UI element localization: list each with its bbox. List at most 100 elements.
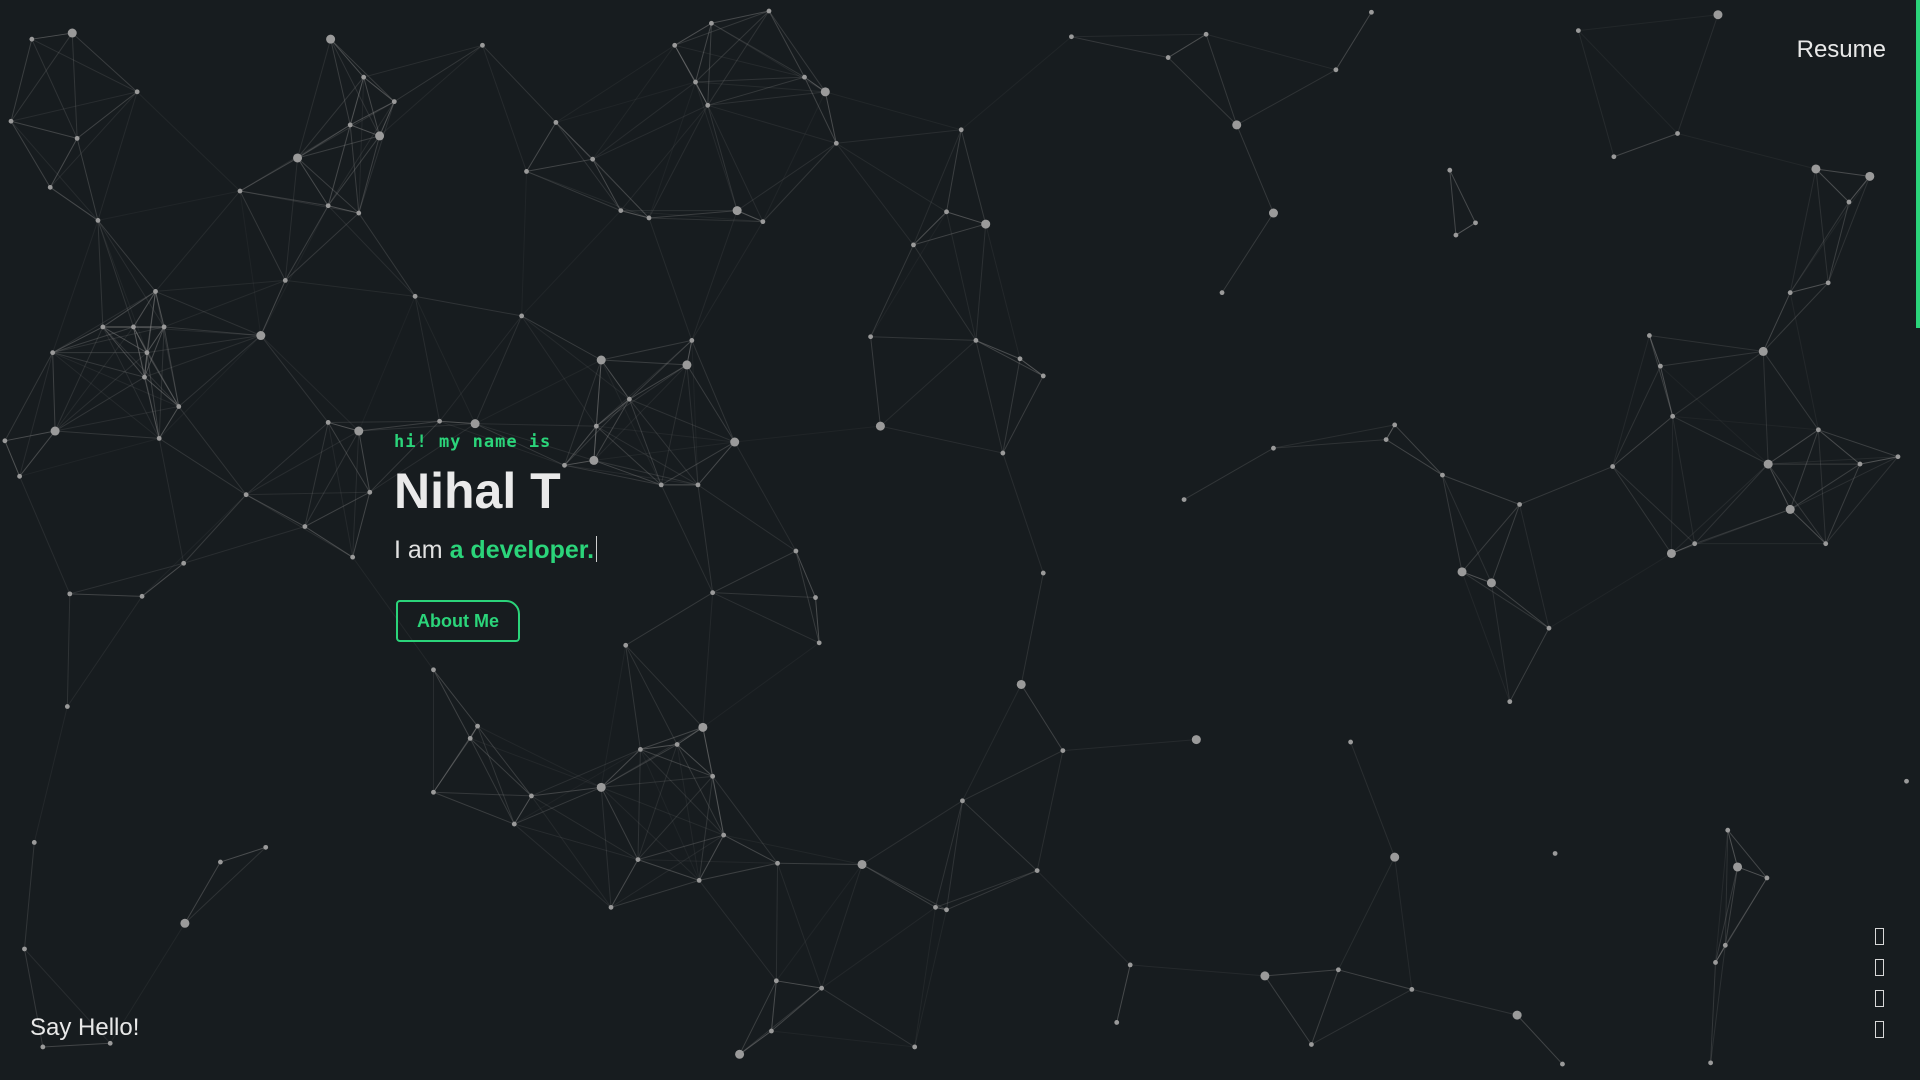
network-link bbox=[245, 430, 360, 496]
network-link bbox=[55, 430, 160, 439]
network-link bbox=[734, 441, 797, 552]
network-link bbox=[66, 593, 71, 707]
network-link bbox=[66, 596, 143, 707]
network-node bbox=[590, 156, 596, 162]
network-link bbox=[469, 738, 515, 825]
network-node bbox=[153, 289, 158, 294]
scroll-progress-bar bbox=[1916, 0, 1920, 328]
network-link bbox=[836, 142, 947, 213]
network-link bbox=[600, 786, 700, 881]
network-node bbox=[156, 435, 162, 441]
network-node bbox=[176, 404, 182, 409]
network-node bbox=[1060, 748, 1066, 754]
network-link bbox=[1394, 857, 1413, 990]
network-node bbox=[2, 438, 8, 444]
network-link bbox=[935, 870, 1038, 908]
network-node bbox=[1333, 67, 1339, 73]
network-link bbox=[1036, 870, 1131, 966]
network-link bbox=[739, 987, 822, 1055]
network-node bbox=[775, 860, 780, 866]
github-icon[interactable] bbox=[1875, 928, 1884, 945]
network-link bbox=[54, 376, 145, 432]
network-node bbox=[1271, 445, 1276, 451]
network-link bbox=[1490, 504, 1521, 584]
network-link bbox=[648, 105, 709, 219]
network-node bbox=[760, 219, 766, 225]
instagram-icon[interactable] bbox=[1875, 1021, 1884, 1038]
network-link bbox=[52, 352, 160, 439]
linkedin-icon[interactable] bbox=[1875, 959, 1884, 976]
network-node bbox=[256, 331, 266, 341]
network-link bbox=[739, 980, 777, 1055]
network-link bbox=[1670, 416, 1674, 554]
network-link bbox=[158, 438, 185, 564]
network-link bbox=[1116, 964, 1131, 1023]
network-link bbox=[71, 32, 138, 93]
network-link bbox=[1020, 572, 1044, 685]
network-link bbox=[775, 864, 863, 982]
network-node bbox=[354, 426, 364, 436]
network-link bbox=[555, 81, 696, 123]
network-node bbox=[1811, 164, 1821, 174]
network-node bbox=[735, 1049, 745, 1059]
network-link bbox=[1019, 358, 1044, 377]
network-link bbox=[1767, 463, 1791, 510]
network-link bbox=[914, 907, 937, 1048]
network-node bbox=[480, 42, 485, 48]
network-link bbox=[260, 205, 329, 336]
network-link bbox=[10, 120, 51, 188]
network-node bbox=[243, 492, 249, 498]
network-link bbox=[1548, 553, 1672, 629]
network-link bbox=[52, 352, 179, 407]
network-link bbox=[297, 76, 365, 159]
network-link bbox=[1672, 416, 1696, 544]
hero-tagline: I am a developer. bbox=[394, 536, 598, 565]
network-link bbox=[601, 786, 724, 836]
network-link bbox=[1767, 463, 1827, 544]
twitter-icon[interactable] bbox=[1875, 990, 1884, 1007]
network-node bbox=[1165, 55, 1171, 60]
network-link bbox=[1167, 33, 1207, 58]
network-node bbox=[1764, 875, 1770, 881]
network-node bbox=[181, 560, 187, 566]
network-link bbox=[1762, 292, 1791, 352]
network-link bbox=[1710, 962, 1717, 1063]
network-node bbox=[1034, 868, 1040, 874]
hero-section: hi! my name is Nihal T I am a developer.… bbox=[394, 432, 598, 642]
network-node bbox=[1409, 986, 1415, 992]
network-link bbox=[697, 484, 797, 552]
network-node bbox=[769, 1028, 774, 1034]
network-link bbox=[962, 684, 1022, 802]
network-link bbox=[327, 101, 395, 206]
network-link bbox=[1455, 222, 1476, 236]
network-node bbox=[1017, 356, 1023, 362]
network-link bbox=[297, 135, 380, 159]
network-link bbox=[394, 44, 483, 103]
network-link bbox=[880, 340, 977, 427]
network-node bbox=[1575, 28, 1581, 34]
network-link bbox=[482, 44, 557, 123]
network-link bbox=[723, 834, 778, 864]
network-link bbox=[414, 296, 476, 424]
network-lines bbox=[4, 10, 1899, 1065]
network-link bbox=[239, 157, 298, 192]
network-node bbox=[1713, 10, 1723, 20]
resume-link[interactable]: Resume bbox=[1797, 36, 1886, 64]
network-node bbox=[1646, 333, 1652, 338]
network-link bbox=[31, 38, 78, 139]
network-node bbox=[833, 140, 839, 146]
network-link bbox=[477, 725, 602, 788]
network-link bbox=[521, 171, 528, 316]
network-node bbox=[1348, 739, 1354, 745]
network-node bbox=[367, 489, 373, 495]
network-node bbox=[1016, 679, 1026, 689]
network-link bbox=[600, 645, 627, 788]
network-link bbox=[477, 725, 532, 797]
network-link bbox=[1062, 739, 1197, 752]
network-node bbox=[875, 421, 885, 431]
network-node bbox=[698, 722, 708, 732]
about-me-button[interactable]: About Me bbox=[396, 600, 520, 642]
network-link bbox=[433, 669, 471, 739]
network-link bbox=[49, 91, 138, 188]
say-hello-link[interactable]: Say Hello! bbox=[30, 1014, 139, 1042]
